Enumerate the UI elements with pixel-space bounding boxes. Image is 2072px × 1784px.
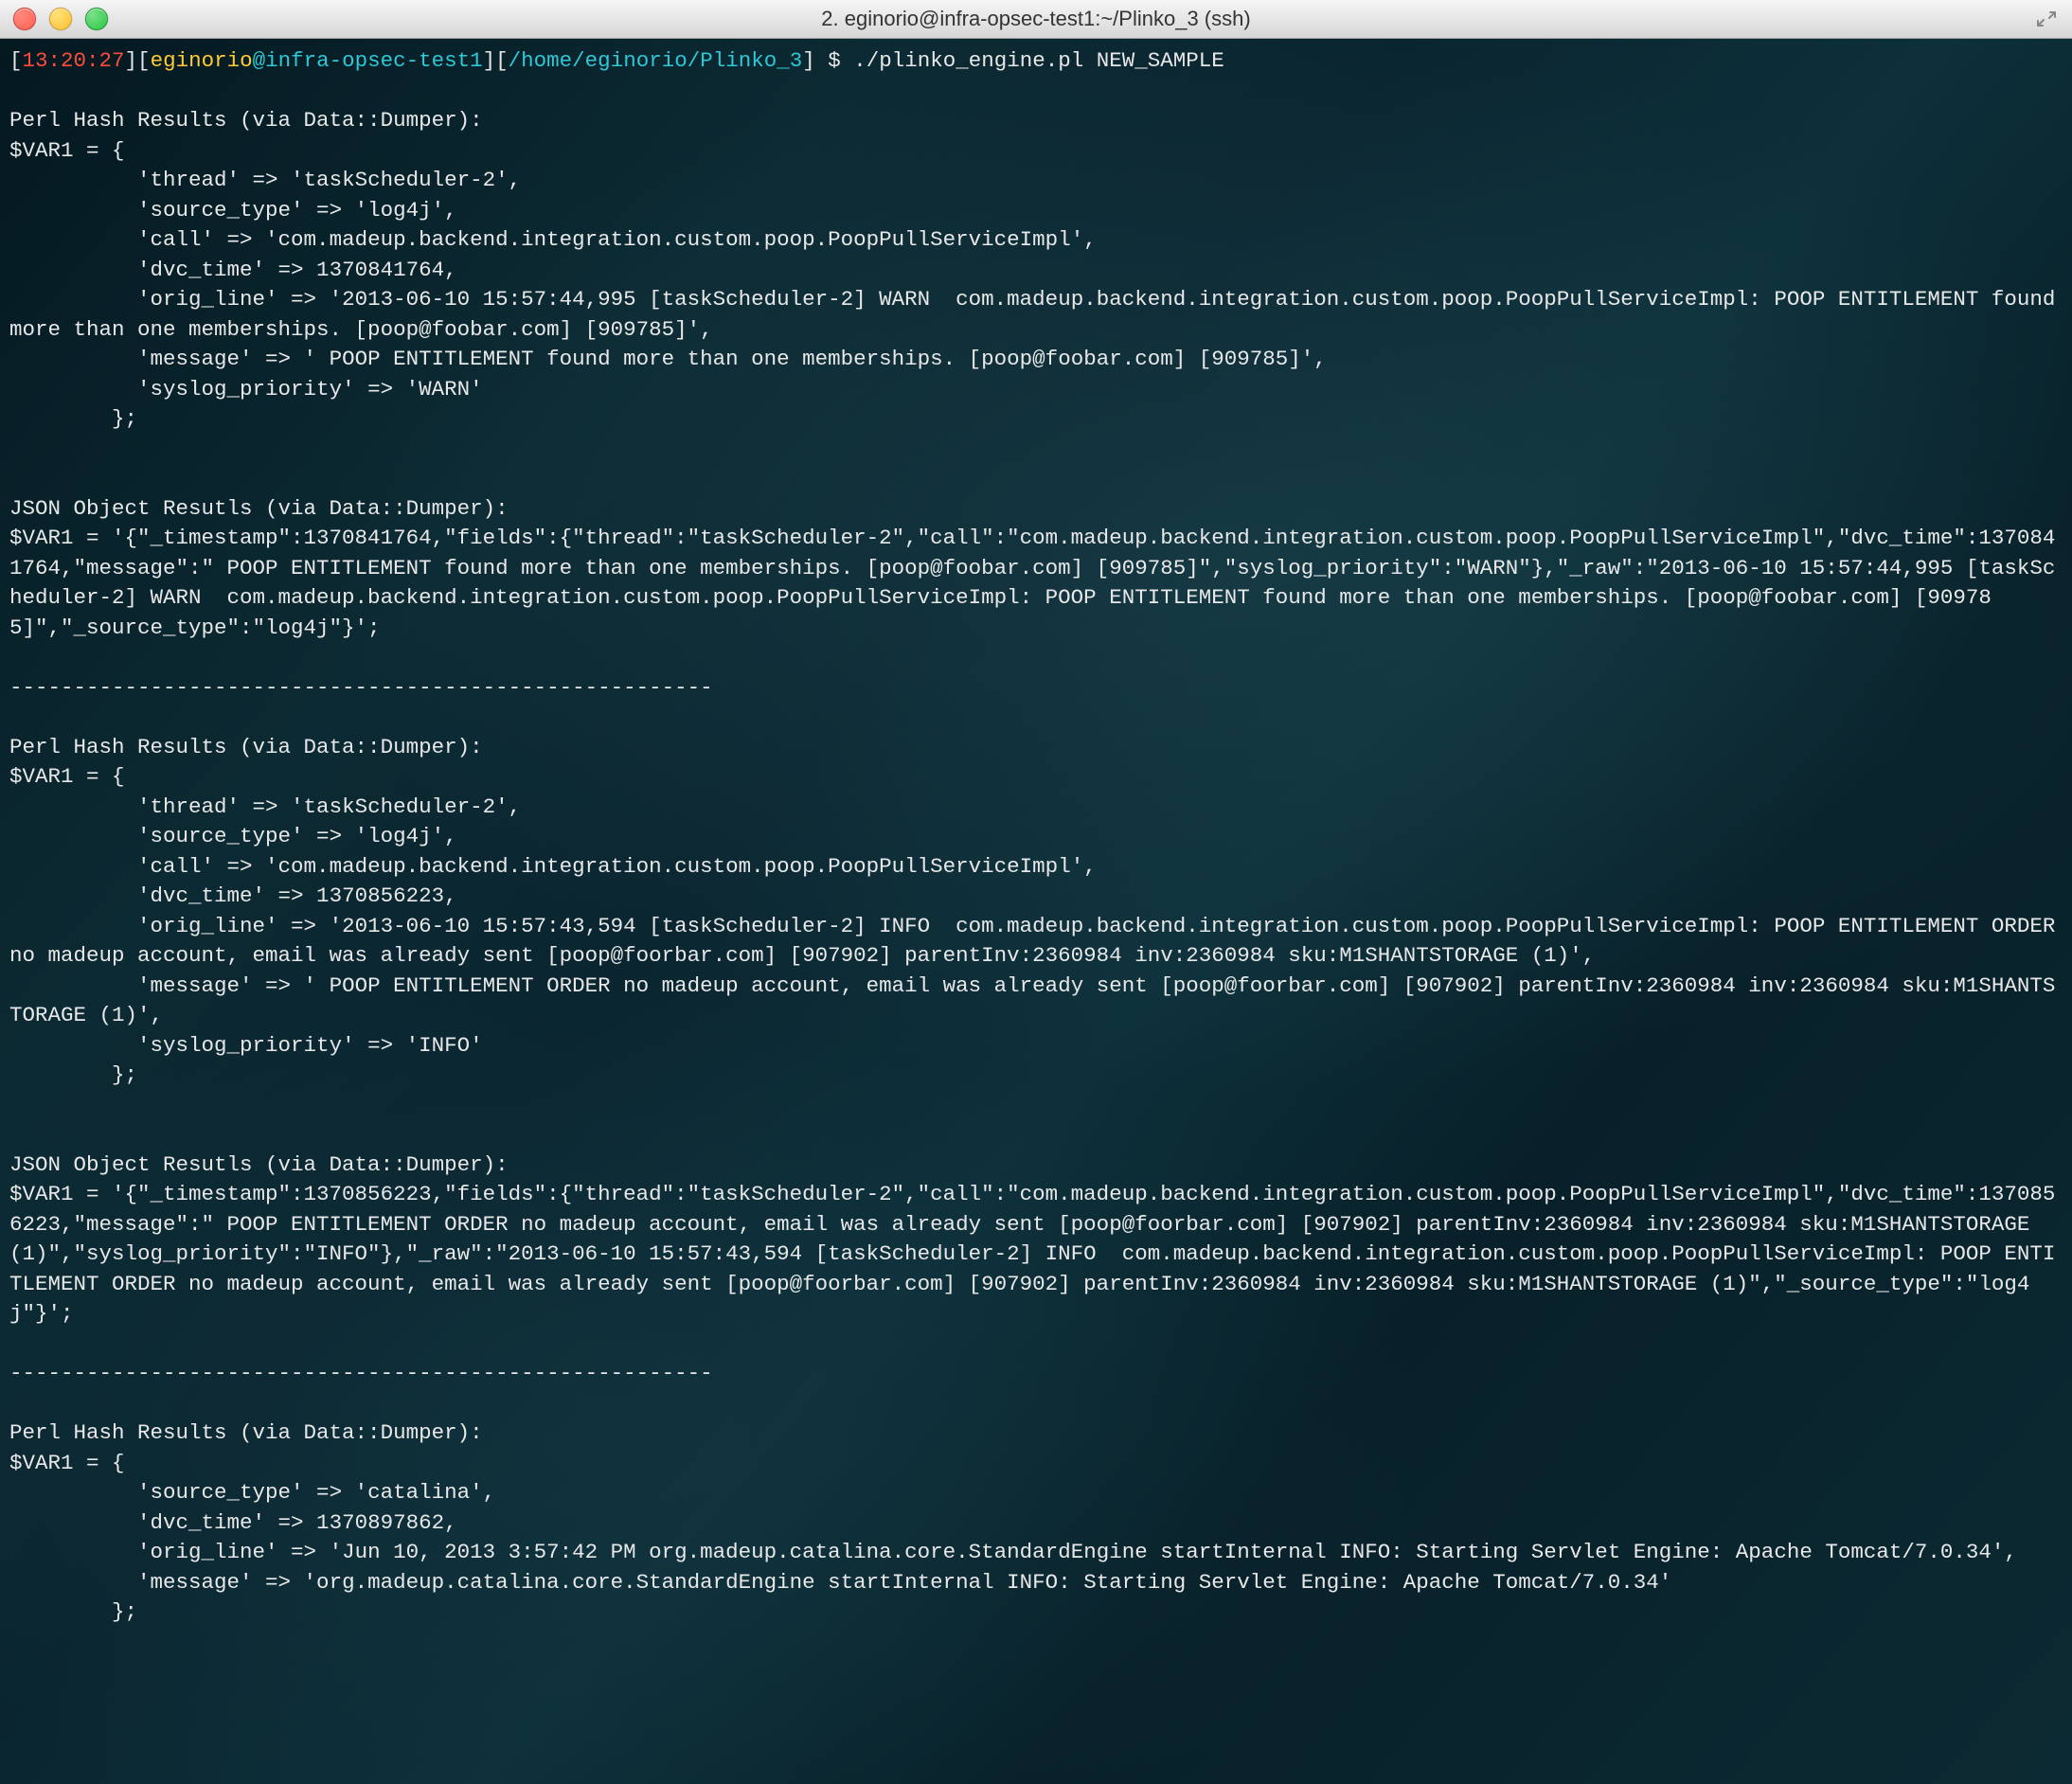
prompt-path: /home/eginorio/Plinko_3 [509,48,803,73]
prompt-user: eginorio [151,48,253,73]
prompt-time: 13:20:27 [23,48,125,73]
zoom-icon[interactable] [85,8,108,30]
window-title: 2. eginorio@infra-opsec-test1:~/Plinko_3… [821,7,1250,31]
window-controls [0,8,108,30]
prompt-host: infra-opsec-test1 [265,48,483,73]
prompt-at: @ [253,48,266,73]
prompt-bracket: [ [9,48,23,73]
window-titlebar: 2. eginorio@infra-opsec-test1:~/Plinko_3… [0,0,2072,39]
terminal-output: Perl Hash Results (via Data::Dumper): $V… [9,108,2068,1624]
terminal-viewport[interactable]: [13:20:27][eginorio@infra-opsec-test1][/… [0,39,2072,1784]
fullscreen-icon[interactable] [2034,9,2059,29]
command-text: ./plinko_engine.pl NEW_SAMPLE [853,48,1224,73]
minimize-icon[interactable] [49,8,72,30]
terminal-content: [13:20:27][eginorio@infra-opsec-test1][/… [0,39,2072,1635]
prompt-suffix: ] $ [802,48,853,73]
prompt-bracket: ][ [483,48,509,73]
prompt-bracket: ][ [125,48,151,73]
close-icon[interactable] [13,8,36,30]
